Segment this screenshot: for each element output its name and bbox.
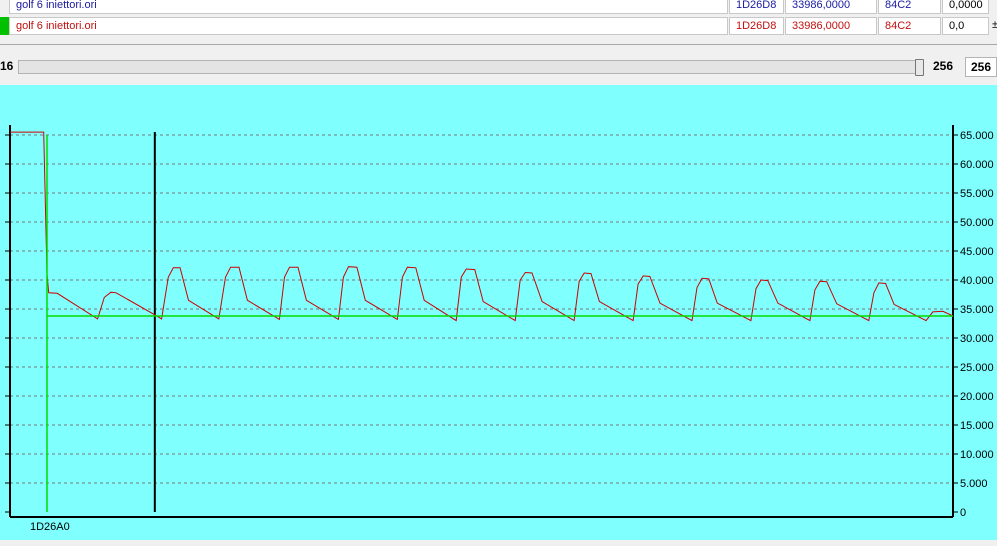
slider-value-label: 256 <box>933 59 954 73</box>
y-tick-label: 40.000 <box>960 275 994 287</box>
value-cell[interactable]: 33986,0000 <box>785 17 877 35</box>
extra-cell[interactable]: 0,0000 <box>942 0 989 14</box>
code-cell[interactable]: 84C2 <box>878 0 941 14</box>
trailing-symbol: ± <box>992 19 997 31</box>
slider-track[interactable] <box>18 60 924 74</box>
y-tick-label: 25.000 <box>960 362 994 374</box>
y-tick-label: 10.000 <box>960 449 994 461</box>
value-cell[interactable]: 33986,0000 <box>785 0 877 14</box>
row-selector-indicator[interactable] <box>0 17 9 35</box>
code-cell[interactable]: 84C2 <box>878 17 941 35</box>
file-name-cell[interactable]: golf 6 iniettori.ori <box>9 0 728 14</box>
slider-min-label: 16 <box>0 59 14 73</box>
y-tick-label: 50.000 <box>960 217 994 229</box>
y-tick-label: 5.000 <box>960 478 988 490</box>
zoom-slider-row: 16 256 256 <box>0 57 997 79</box>
y-tick-label: 65.000 <box>960 130 994 142</box>
extra-cell[interactable]: 0,0 <box>942 17 989 35</box>
address-cell[interactable]: 1D26D8 <box>729 0 784 14</box>
y-tick-label: 15.000 <box>960 420 994 432</box>
y-tick-label: 55.000 <box>960 188 994 200</box>
table-row[interactable]: golf 6 iniettori.ori 1D26D8 33986,0000 8… <box>0 0 997 15</box>
chart-area[interactable]: 0 5.000 10.000 15.000 20.000 25.000 30.000 35.0… <box>0 85 997 540</box>
separator <box>0 44 997 45</box>
y-tick-label: 30.000 <box>960 333 994 345</box>
file-name-cell[interactable]: golf 6 iniettori.ori <box>9 17 728 35</box>
slider-thumb[interactable] <box>915 59 924 76</box>
y-tick-label: 0 <box>960 507 966 519</box>
series-line <box>10 131 954 322</box>
series-line <box>46 135 953 512</box>
table-row[interactable]: golf 6 iniettori.ori 1D26D8 33986,0000 8… <box>0 16 997 36</box>
y-tick-label: 45.000 <box>960 246 994 258</box>
y-tick-label: 35.000 <box>960 304 994 316</box>
address-cell[interactable]: 1D26D8 <box>729 17 784 35</box>
y-tick-label: 20.000 <box>960 391 994 403</box>
x-start-label: 1D26A0 <box>30 521 70 533</box>
y-tick-label: 60.000 <box>960 159 994 171</box>
line-chart[interactable]: 0 5.000 10.000 15.000 20.000 25.000 30.000 35.0… <box>0 85 997 540</box>
slider-value-box[interactable]: 256 <box>965 57 997 77</box>
status-strip <box>0 540 997 546</box>
